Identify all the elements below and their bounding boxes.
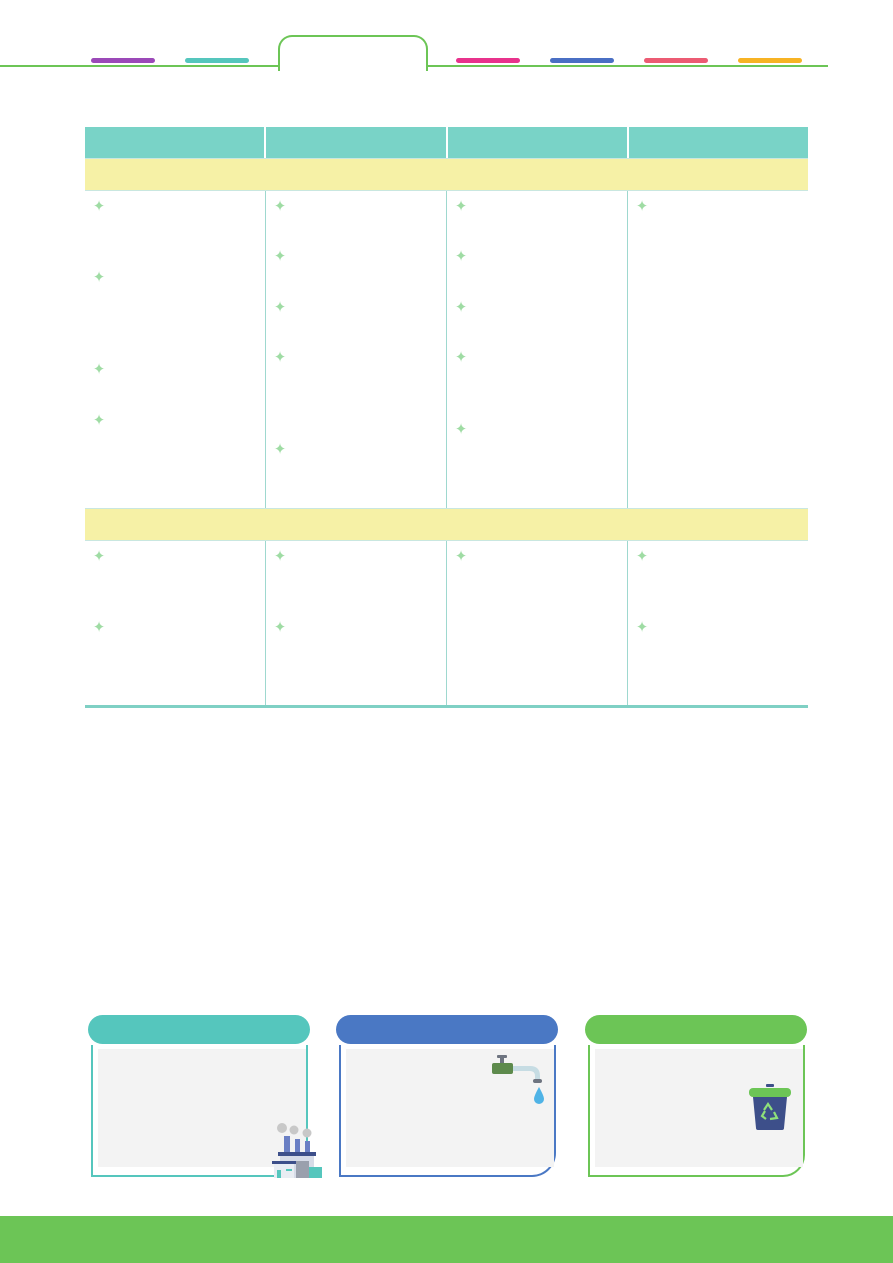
sparkle-icon: ✦	[635, 198, 649, 215]
sparkle-icon: ✦	[92, 269, 106, 286]
sparkle-icon: ✦	[273, 349, 287, 366]
table-cell: ✦ ✦ ✦ ✦ ✦	[265, 191, 446, 508]
tab-blue[interactable]	[550, 58, 614, 63]
table-bottom-rule	[85, 705, 808, 708]
sparkle-icon: ✦	[273, 548, 287, 565]
tab-orange[interactable]	[738, 58, 802, 63]
sparkle-icon: ✦	[273, 198, 287, 215]
table-cell: ✦ ✦ ✦ ✦	[85, 191, 265, 508]
tab-pink[interactable]	[456, 58, 520, 63]
sparkle-icon: ✦	[92, 198, 106, 215]
tab-purple[interactable]	[91, 58, 155, 63]
table-cell: ✦ ✦	[627, 541, 808, 705]
table-cell: ✦	[627, 191, 808, 508]
tab-active[interactable]	[278, 35, 428, 71]
sparkle-icon: ✦	[454, 198, 468, 215]
table-cell: ✦ ✦	[265, 541, 446, 705]
table-header-cell	[447, 127, 627, 158]
comparison-table: ✦ ✦ ✦ ✦ ✦ ✦ ✦ ✦ ✦ ✦ ✦ ✦ ✦ ✦ ✦ ✦ ✦ ✦ ✦ ✦ …	[85, 127, 808, 708]
sparkle-icon: ✦	[273, 299, 287, 316]
table-row: ✦ ✦ ✦ ✦ ✦ ✦ ✦ ✦ ✦ ✦ ✦ ✦ ✦ ✦ ✦	[85, 191, 808, 508]
sparkle-icon: ✦	[92, 548, 106, 565]
sparkle-icon: ✦	[635, 548, 649, 565]
factory-icon	[272, 1123, 322, 1178]
sparkle-icon: ✦	[454, 248, 468, 265]
table-row: ✦ ✦ ✦ ✦ ✦ ✦ ✦	[85, 541, 808, 705]
water-tap-icon	[492, 1055, 544, 1104]
section-band-1	[85, 158, 808, 191]
info-card-factory	[88, 1015, 322, 1178]
sparkle-icon: ✦	[635, 619, 649, 636]
card-header	[585, 1015, 807, 1044]
table-header-cell	[266, 127, 446, 158]
info-card-water	[336, 1015, 558, 1177]
sparkle-icon: ✦	[92, 619, 106, 636]
table-cell: ✦	[446, 541, 627, 705]
sparkle-icon: ✦	[454, 421, 468, 438]
sparkle-icon: ✦	[273, 619, 287, 636]
sparkle-icon: ✦	[92, 412, 106, 429]
table-cell: ✦ ✦ ✦ ✦ ✦	[446, 191, 627, 508]
tab-red[interactable]	[644, 58, 708, 63]
card-header	[88, 1015, 310, 1044]
sparkle-icon: ✦	[454, 548, 468, 565]
info-card-recycle	[585, 1015, 807, 1177]
sparkle-icon: ✦	[92, 361, 106, 378]
table-header-row	[85, 127, 808, 158]
footer-bar	[0, 1216, 893, 1263]
table-header-cell	[628, 127, 808, 158]
card-header	[336, 1015, 558, 1044]
section-band-2	[85, 508, 808, 541]
table-header-cell	[85, 127, 265, 158]
recycle-bin-icon	[749, 1084, 791, 1130]
sparkle-icon: ✦	[454, 299, 468, 316]
sparkle-icon: ✦	[273, 248, 287, 265]
tab-teal[interactable]	[185, 58, 249, 63]
sparkle-icon: ✦	[454, 349, 468, 366]
sparkle-icon: ✦	[273, 441, 287, 458]
table-cell: ✦ ✦	[85, 541, 265, 705]
